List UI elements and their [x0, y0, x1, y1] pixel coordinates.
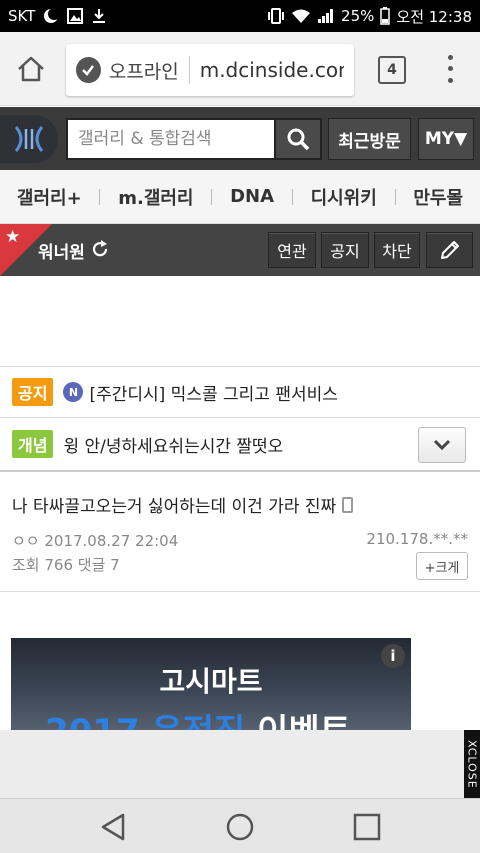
dcinside-logo[interactable]: [0, 115, 58, 163]
browser-toolbar: 오프라인 m.dcinside.con 4: [0, 32, 480, 106]
nav-item-dcwiki[interactable]: 디시위키: [311, 184, 377, 210]
nav-divider: [211, 188, 213, 205]
home-circle-icon: [226, 813, 254, 841]
recents-square-icon: [353, 813, 381, 841]
my-menu-button[interactable]: MY▼: [418, 118, 474, 160]
recents-button[interactable]: [351, 811, 383, 843]
logo-icon: [14, 126, 44, 152]
address-bar[interactable]: 오프라인 m.dcinside.con: [66, 44, 354, 96]
star-icon[interactable]: ★: [5, 227, 20, 247]
battery-percent: 25%: [341, 7, 375, 25]
write-button[interactable]: [426, 232, 473, 268]
post-ip: 210.178.**.**: [366, 530, 468, 548]
post-title: 나 타싸끌고오는거 싫어하는데 이건 가라 진짜: [12, 497, 337, 517]
post-author-date: ㅇㅇ 2017.08.27 22:04: [12, 532, 179, 550]
nav-divider: [291, 188, 293, 205]
post-title-wrap: 나 타싸끌고오는거 싫어하는데 이건 가라 진짜: [12, 492, 468, 517]
moon-icon: [43, 8, 60, 24]
ad-area-background: [0, 730, 480, 798]
block-button[interactable]: 차단: [374, 232, 420, 268]
chevron-down-icon: [433, 439, 451, 451]
nav-item-gallery-plus[interactable]: 갤러리+: [17, 184, 82, 210]
vibrate-icon: [267, 8, 285, 24]
ad-event-text: 2017 운전직 이벤트: [45, 704, 351, 730]
post-header: 나 타싸끌고오는거 싫어하는데 이건 가라 진짜 ㅇㅇ 2017.08.27 2…: [0, 474, 480, 592]
search-input[interactable]: [66, 118, 276, 160]
download-icon: [91, 8, 107, 24]
notice-badge: 공지: [12, 378, 54, 406]
refresh-icon[interactable]: [90, 239, 110, 259]
related-button[interactable]: 연관: [268, 232, 316, 268]
concept-row[interactable]: 개념 윙 안/녕하세요쉬는시간 짤떳오: [0, 418, 480, 472]
nav-divider: [99, 188, 101, 205]
nav-divider: [394, 188, 396, 205]
url-text: m.dcinside.con: [199, 58, 344, 82]
expand-button[interactable]: [418, 427, 466, 463]
url-divider: [188, 56, 190, 84]
post-stats: 조회 766 댓글 7: [12, 556, 120, 574]
search-button[interactable]: [276, 118, 322, 160]
main-nav: 갤러리+ m.갤러리 DNA 디시위키 만두몰: [0, 170, 480, 224]
gallery-title[interactable]: 워너원: [38, 238, 85, 263]
ad-event-year: 2017: [45, 712, 140, 730]
image-icon: [67, 8, 84, 24]
mobile-icon: [342, 496, 354, 513]
battery-icon: [380, 7, 391, 25]
system-nav-bar: [0, 798, 480, 853]
status-bar: SKT 25% 오전 12:38: [0, 0, 480, 32]
home-icon: [18, 56, 44, 82]
home-button[interactable]: [14, 52, 48, 86]
concept-text[interactable]: 윙 안/녕하세요쉬는시간 짤떳오: [63, 432, 283, 457]
pencil-icon: [440, 241, 459, 259]
back-button[interactable]: [97, 811, 129, 843]
menu-dot-icon: [447, 66, 453, 72]
carrier-label: SKT: [8, 7, 36, 25]
offline-label: 오프라인: [108, 60, 179, 83]
ad-brand: 고시마트: [159, 665, 263, 698]
notice-row[interactable]: 공지 N [주간디시] 믹스콜 그리고 팬서비스: [0, 366, 480, 418]
signal-icon: [317, 8, 335, 24]
search-icon: [287, 128, 310, 151]
nav-item-m-gallery[interactable]: m.갤러리: [118, 184, 193, 210]
back-triangle-icon: [101, 813, 125, 841]
new-badge-icon: N: [63, 382, 84, 402]
ad-banner[interactable]: i 고시마트 2017 운전직 이벤트: [11, 638, 411, 730]
ad-close-button[interactable]: XCLOSE: [464, 730, 480, 798]
site-header: 최근방문 MY▼: [0, 107, 480, 170]
concept-badge: 개념: [12, 430, 54, 458]
nav-item-dna[interactable]: DNA: [230, 186, 274, 207]
gallery-bar: ★ 워너원 연관 공지 차단: [0, 224, 480, 276]
notice-text[interactable]: [주간디시] 믹스콜 그리고 팬서비스: [89, 380, 337, 405]
notice-button[interactable]: 공지: [321, 232, 369, 268]
overflow-menu-button[interactable]: [440, 52, 460, 86]
nav-item-mandumall[interactable]: 만두몰: [413, 184, 463, 210]
menu-dot-icon: [447, 77, 453, 83]
menu-dot-icon: [447, 55, 453, 61]
clock: 오전 12:38: [396, 7, 472, 26]
recent-visits-button[interactable]: 최근방문: [328, 118, 411, 160]
search-area: [66, 118, 322, 160]
ad-event-rest: 이벤트: [257, 712, 351, 730]
enlarge-text-button[interactable]: +크게: [416, 552, 468, 580]
wifi-icon: [291, 8, 311, 24]
tab-switcher-button[interactable]: 4: [378, 56, 406, 84]
offline-check-icon: [76, 57, 101, 83]
ad-event-mid: 운전직: [151, 712, 245, 730]
home-nav-button[interactable]: [224, 811, 256, 843]
